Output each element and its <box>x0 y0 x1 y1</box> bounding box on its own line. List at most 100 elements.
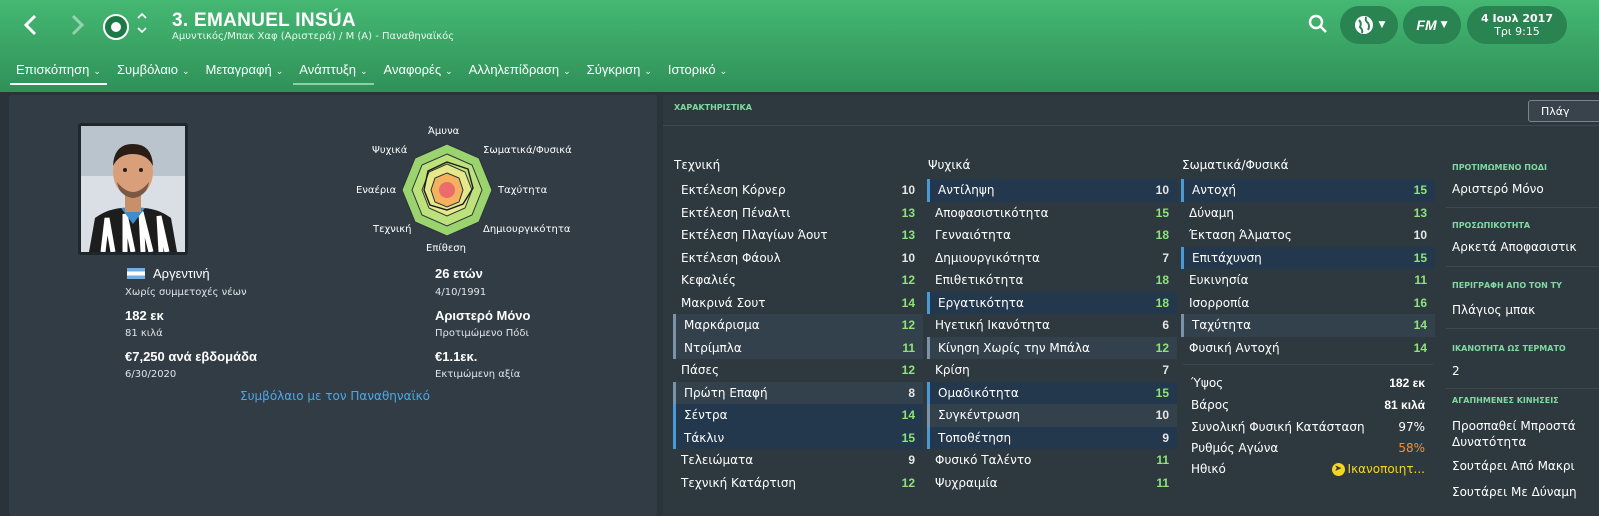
attribute-name: Κρίση <box>935 363 970 378</box>
attribute-row[interactable]: Επιτάχυνση 15 <box>1181 246 1435 269</box>
attribute-value: 18 <box>1155 295 1169 310</box>
attribute-value: 14 <box>1413 340 1427 355</box>
attribute-row[interactable]: Τοποθέτηση 9 <box>927 426 1177 449</box>
estimated-value: €1.1εκ. <box>435 349 478 364</box>
attribute-row[interactable]: Πρώτη Επαφή 8 <box>673 381 923 404</box>
info-row[interactable]: Ηθικό ➤ Ικανοποιητ... <box>1183 458 1433 480</box>
tab-comparison[interactable]: Σύγκριση ⌄ <box>581 58 658 85</box>
attribute-name: Κίνηση Χωρίς την Μπάλα <box>938 340 1090 355</box>
attribute-row[interactable]: Πάσες 12 <box>673 359 923 382</box>
attribute-name: Δύναμη <box>1189 205 1235 220</box>
attribute-row[interactable]: Ντρίμπλα 11 <box>673 336 923 359</box>
attribute-row[interactable]: Ευκινησία 11 <box>1181 269 1435 292</box>
attribute-row[interactable]: Αντίληψη 10 <box>927 179 1177 202</box>
attribute-row[interactable]: Δύναμη 13 <box>1181 202 1435 225</box>
date-of-birth: 4/10/1991 <box>435 287 487 298</box>
attribute-row[interactable]: Εκτέλεση Κόρνερ 10 <box>673 179 923 202</box>
attribute-value: 15 <box>1155 385 1169 400</box>
chevron-left-icon[interactable] <box>18 12 44 38</box>
attribute-row[interactable]: Ταχύτητα 14 <box>1181 314 1435 337</box>
attribute-name: Ντρίμπλα <box>684 340 742 355</box>
attribute-row[interactable]: Μακρινά Σουτ 14 <box>673 292 923 315</box>
attribute-row[interactable]: Συγκέντρωση 10 <box>927 404 1177 427</box>
attribute-row[interactable]: Ηγετική Ικανότητα 6 <box>927 314 1177 337</box>
attribute-row[interactable]: Επιθετικότητα 18 <box>927 269 1177 292</box>
attribute-row[interactable]: Κίνηση Χωρίς την Μπάλα 12 <box>927 336 1177 359</box>
top-header: 3. EMANUEL INSÚA Αμυντικός/Μπακ Χαφ (Αρι… <box>0 0 1599 92</box>
goalkeeper-ability-value: 2 <box>1452 364 1460 378</box>
attribute-row[interactable]: Κεφαλιές 12 <box>673 269 923 292</box>
attribute-row[interactable]: Δημιουργικότητα 7 <box>927 247 1177 270</box>
attribute-row[interactable]: Αντοχή 15 <box>1181 179 1435 202</box>
attribute-row[interactable]: Αποφασιστικότητα 15 <box>927 202 1177 225</box>
attribute-row[interactable]: Κρίση 7 <box>927 359 1177 382</box>
info-value: Ικανοποιητ... <box>1347 462 1425 476</box>
attribute-row[interactable]: Φυσικό Ταλέντο 11 <box>927 449 1177 472</box>
attribute-name: Αντίληψη <box>938 183 995 198</box>
club-badge-icon[interactable] <box>103 14 129 40</box>
tab-reports[interactable]: Αναφορές ⌄ <box>378 58 459 85</box>
attribute-row[interactable]: Φυσική Αντοχή 14 <box>1181 337 1435 360</box>
attribute-row[interactable]: Σέντρα 14 <box>673 404 923 427</box>
personality-value: Αρκετά Αποφασιστικ <box>1452 240 1577 254</box>
chevron-down-icon: ⌄ <box>182 66 190 76</box>
attribute-value: 14 <box>1413 318 1427 333</box>
tab-label: Αλληλεπίδραση <box>468 62 560 77</box>
attribute-value: 13 <box>901 228 915 243</box>
favourite-move: Σουτάρει Με Δύναμη <box>1452 485 1577 499</box>
physical-header: Σωματικά/Φυσικά <box>1182 158 1289 172</box>
attribute-row[interactable]: Μαρκάρισμα 12 <box>673 314 923 337</box>
attribute-value: 15 <box>1413 183 1427 198</box>
chevron-down-icon: ⌄ <box>644 66 652 76</box>
weight-value: 81 κιλά <box>125 328 163 339</box>
tab-contract[interactable]: Συμβόλαιο ⌄ <box>111 58 196 85</box>
info-label: Ηθικό <box>1191 462 1226 476</box>
attribute-value: 14 <box>901 295 915 310</box>
attribute-row[interactable]: Τελειώματα 9 <box>673 449 923 472</box>
world-menu-button[interactable]: ▼ <box>1340 6 1398 44</box>
player-title: 3. EMANUEL INSÚA <box>172 10 356 31</box>
info-label: Ύψος <box>1191 376 1224 390</box>
tab-history[interactable]: Ιστορικό ⌄ <box>662 58 733 85</box>
attribute-value: 9 <box>1162 430 1169 445</box>
nationality[interactable]: Αργεντινή <box>153 266 210 281</box>
fm-logo: FM <box>1416 17 1437 33</box>
attribute-value: 11 <box>902 340 915 355</box>
tab-interaction[interactable]: Αλληλεπίδραση ⌄ <box>463 58 577 85</box>
tab-transfer[interactable]: Μεταγραφή ⌄ <box>200 58 290 85</box>
attribute-name: Δημιουργικότητα <box>935 250 1040 265</box>
player-switch-arrows[interactable] <box>136 10 148 39</box>
info-label: Ρυθμός Αγώνα <box>1191 441 1279 455</box>
fm-menu-button[interactable]: FM ▼ <box>1403 6 1461 44</box>
attribute-row[interactable]: Τάκλιν 15 <box>673 426 923 449</box>
info-row: Ρυθμός Αγώνα 58% <box>1183 437 1433 459</box>
attribute-row[interactable]: Εργατικότητα 18 <box>927 291 1177 314</box>
tab-overview[interactable]: Επισκόπηση ⌄ <box>10 58 107 85</box>
attribute-value: 11 <box>1156 453 1169 468</box>
attribute-row[interactable]: Ομαδικότητα 15 <box>927 381 1177 404</box>
search-icon[interactable] <box>1308 14 1328 34</box>
attribute-row[interactable]: Έκταση Άλματος 10 <box>1181 224 1435 247</box>
contract-link[interactable]: Συμβόλαιο με τον Παναθηναϊκό <box>240 389 430 403</box>
tab-label: Ανάπτυξη <box>299 62 356 77</box>
attributes-section-title: ΧΑΡΑΚΤΗΡΙΣΤΙΚΑ <box>674 103 752 112</box>
tab-development[interactable]: Ανάπτυξη ⌄ <box>293 58 374 85</box>
chevron-right-icon[interactable] <box>64 12 90 38</box>
chevron-down-icon: ▼ <box>1378 20 1386 30</box>
attribute-row[interactable]: Τεχνική Κατάρτιση 12 <box>673 472 923 495</box>
globe-icon <box>1354 16 1373 34</box>
attribute-row[interactable]: Γενναιότητα 18 <box>927 224 1177 247</box>
date-continue-button[interactable]: 4 Ιουλ 2017 Τρι 9:15 <box>1467 6 1567 44</box>
position-select-button[interactable]: Πλάγ <box>1528 100 1599 122</box>
attribute-row[interactable]: Εκτέλεση Πλαγίων Άουτ 13 <box>673 224 923 247</box>
chevron-down-icon: ⌄ <box>359 66 368 76</box>
attribute-row[interactable]: Εκτέλεση Φάουλ 10 <box>673 247 923 270</box>
attribute-row[interactable]: Ψυχραιμία 11 <box>927 472 1177 495</box>
attribute-row[interactable]: Ισορροπία 16 <box>1181 292 1435 315</box>
attribute-name: Επιθετικότητα <box>935 273 1024 288</box>
attribute-name: Έκταση Άλματος <box>1189 228 1292 243</box>
attribute-row[interactable]: Εκτέλεση Πέναλτι 13 <box>673 202 923 225</box>
info-value: 97% <box>1398 420 1425 434</box>
attribute-name: Μακρινά Σουτ <box>681 295 766 310</box>
attribute-name: Ομαδικότητα <box>938 385 1019 400</box>
